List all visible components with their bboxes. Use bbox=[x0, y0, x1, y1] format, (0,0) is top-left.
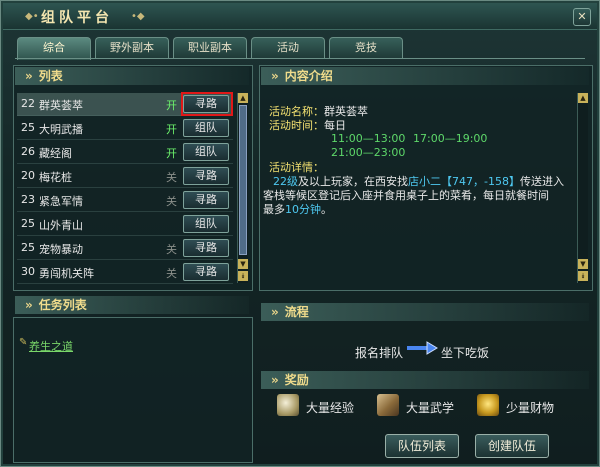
activity-level: 30 bbox=[21, 265, 35, 278]
flow-step-2: 坐下吃饭 bbox=[441, 346, 490, 360]
pathfind-button[interactable]: 寻路 bbox=[183, 191, 229, 209]
list-item[interactable]: 25 大明武播 开 组队 bbox=[17, 117, 233, 140]
flow-step-1: 报名排队 bbox=[355, 346, 404, 360]
section-arrow-icon: » bbox=[271, 69, 279, 83]
tab-class-dungeon[interactable]: 职业副本 bbox=[173, 37, 247, 58]
tab-field-dungeon[interactable]: 野外副本 bbox=[95, 37, 169, 58]
pathfind-button[interactable]: 寻路 bbox=[183, 167, 229, 185]
activity-level: 20 bbox=[21, 169, 35, 182]
activity-name: 梅花桩 bbox=[39, 171, 72, 184]
activity-level: 22 bbox=[21, 97, 35, 110]
flow-header: » 流程 bbox=[261, 303, 589, 321]
activity-level: 25 bbox=[21, 241, 35, 254]
activity-status: 开 bbox=[166, 123, 177, 136]
time-slot: 11:00—13:00 bbox=[331, 132, 406, 145]
tab-activity[interactable]: 活动 bbox=[251, 37, 325, 58]
activity-name: 大明武播 bbox=[39, 123, 83, 136]
team-up-button[interactable]: 组队 bbox=[183, 119, 229, 137]
detail-text: 最多 bbox=[263, 203, 285, 216]
section-arrow-icon: » bbox=[25, 298, 33, 312]
activity-status: 关 bbox=[166, 243, 177, 256]
selection-highlight bbox=[181, 92, 233, 116]
activity-time-row: 活动时间：每日 bbox=[269, 117, 346, 133]
reward-header: » 奖励 bbox=[261, 371, 589, 389]
list-item[interactable]: 20 梅花桩 关 寻路 bbox=[17, 165, 233, 188]
detail-duration: 10分钟 bbox=[285, 203, 321, 216]
list-scrollbar[interactable]: ▲ ▼ ⯯ bbox=[237, 93, 248, 283]
team-list-button[interactable]: 队伍列表 bbox=[385, 434, 459, 458]
activity-name: 群英荟萃 bbox=[39, 99, 83, 112]
scroll-bottom-icon[interactable]: ⯯ bbox=[238, 271, 248, 281]
activity-level: 23 bbox=[21, 193, 35, 206]
content-title: 内容介绍 bbox=[284, 69, 333, 83]
list-title: 列表 bbox=[38, 69, 63, 83]
content-scrollbar[interactable]: ▲ ▼ ⯯ bbox=[577, 93, 588, 283]
activity-name: 勇闯机关阵 bbox=[39, 267, 94, 280]
pathfind-button[interactable]: 寻路 bbox=[183, 239, 229, 257]
list-header: » 列表 bbox=[15, 67, 249, 85]
list-item[interactable]: 23 紧急军情 关 寻路 bbox=[17, 189, 233, 212]
activity-status: 开 bbox=[166, 99, 177, 112]
scroll-up-icon[interactable]: ▲ bbox=[578, 93, 588, 103]
task-link[interactable]: 养生之道 bbox=[29, 338, 73, 354]
task-marker-icon: ✎ bbox=[19, 337, 28, 348]
team-up-button[interactable]: 组队 bbox=[183, 215, 229, 233]
title-ornament-right-icon: •◆ bbox=[131, 11, 145, 22]
team-platform-window: ◆• 组队平台 •◆ ✕ 综合 野外副本 职业副本 活动 竞技 » 列表 22 群… bbox=[0, 0, 600, 467]
pathfind-button[interactable]: 寻路 bbox=[183, 263, 229, 281]
list-item[interactable]: 26 藏经阁 开 组队 bbox=[17, 141, 233, 164]
activity-time-value: 每日 bbox=[324, 119, 346, 132]
activity-name: 紧急军情 bbox=[39, 195, 83, 208]
activity-level: 25 bbox=[21, 121, 35, 134]
content-header: » 内容介绍 bbox=[261, 67, 589, 85]
activity-name: 宠物暴动 bbox=[39, 243, 83, 256]
scroll-thumb[interactable] bbox=[239, 105, 247, 255]
close-button[interactable]: ✕ bbox=[573, 8, 591, 26]
activity-status: 关 bbox=[166, 195, 177, 208]
section-arrow-icon: » bbox=[271, 305, 279, 319]
activity-time-label: 活动时间： bbox=[269, 119, 324, 132]
flow-arrow-icon bbox=[407, 341, 438, 355]
team-up-button[interactable]: 组队 bbox=[183, 143, 229, 161]
flow-title: 流程 bbox=[284, 305, 309, 319]
activity-name: 藏经阁 bbox=[39, 147, 72, 160]
time-slot: 17:00—19:00 bbox=[413, 132, 488, 145]
coins-icon bbox=[477, 394, 499, 416]
title-bar[interactable]: ◆• 组队平台 •◆ ✕ bbox=[3, 3, 597, 30]
task-list-title: 任务列表 bbox=[38, 298, 87, 312]
reward-label: 少量财物 bbox=[506, 401, 555, 415]
tab-general[interactable]: 综合 bbox=[17, 37, 91, 60]
reward-title: 奖励 bbox=[284, 373, 309, 387]
section-arrow-icon: » bbox=[25, 69, 33, 83]
activity-status: 关 bbox=[166, 267, 177, 280]
reward-label: 大量经验 bbox=[306, 401, 355, 415]
detail-line: 最多10分钟。 bbox=[263, 201, 332, 217]
create-team-button[interactable]: 创建队伍 bbox=[475, 434, 549, 458]
detail-text: 。 bbox=[321, 203, 332, 216]
tab-divider bbox=[15, 58, 585, 59]
activity-level: 26 bbox=[21, 145, 35, 158]
list-item[interactable]: 25 山外青山 组队 bbox=[17, 213, 233, 236]
title-ornament-left-icon: ◆• bbox=[25, 11, 39, 22]
activity-status: 关 bbox=[166, 171, 177, 184]
window-title: 组队平台 bbox=[41, 10, 113, 26]
martial-scroll-icon bbox=[377, 394, 399, 416]
activity-name: 山外青山 bbox=[39, 219, 83, 232]
scroll-bottom-icon[interactable]: ⯯ bbox=[578, 271, 588, 281]
activity-status: 开 bbox=[166, 147, 177, 160]
tab-competition[interactable]: 竞技 bbox=[329, 37, 403, 58]
scroll-up-icon[interactable]: ▲ bbox=[238, 93, 248, 103]
scroll-down-icon[interactable]: ▼ bbox=[578, 259, 588, 269]
time-slot: 21:00—23:00 bbox=[331, 146, 406, 159]
task-list-header: » 任务列表 bbox=[15, 296, 249, 314]
exp-orb-icon bbox=[277, 394, 299, 416]
section-arrow-icon: » bbox=[271, 373, 279, 387]
reward-label: 大量武学 bbox=[406, 401, 455, 415]
list-item[interactable]: 30 勇闯机关阵 关 寻路 bbox=[17, 261, 233, 284]
activity-level: 25 bbox=[21, 217, 35, 230]
list-item[interactable]: 25 宠物暴动 关 寻路 bbox=[17, 237, 233, 260]
scroll-down-icon[interactable]: ▼ bbox=[238, 259, 248, 269]
